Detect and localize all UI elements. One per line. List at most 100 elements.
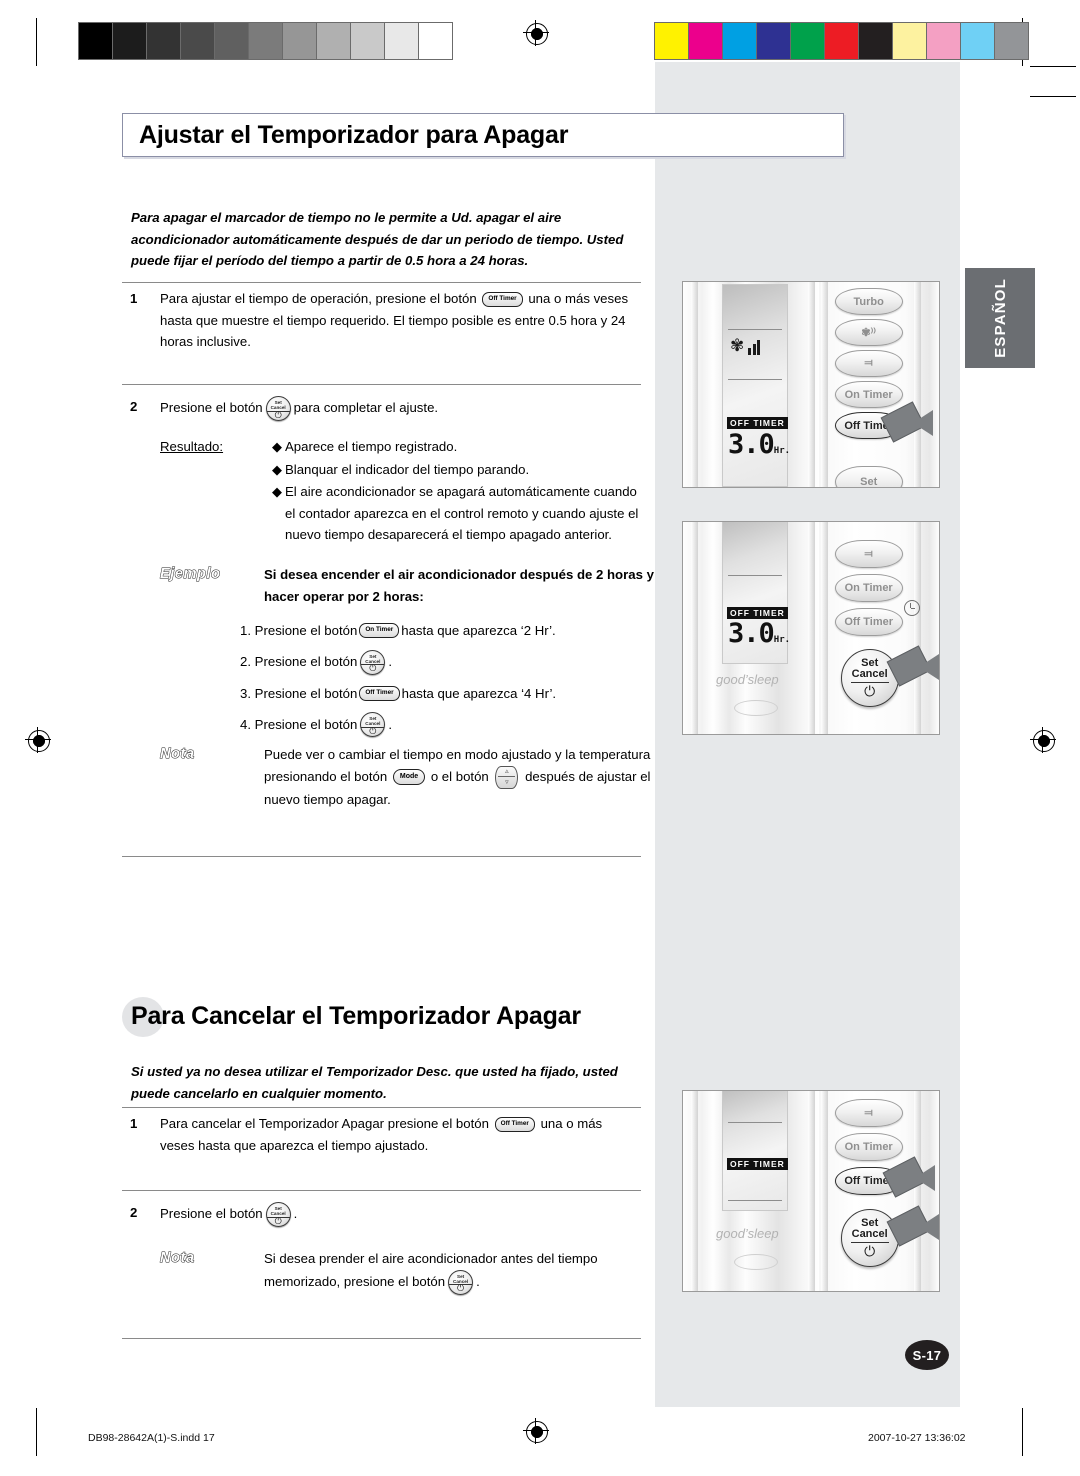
remote-button-set-cancel[interactable]: Set Cancel ⏻ [840, 1209, 899, 1267]
lcd-timer-value: 3.0Hr. [728, 620, 790, 647]
step-number: 1 [130, 1116, 138, 1131]
off-timer-button-icon[interactable]: Off Timer [494, 1117, 535, 1132]
remote-button-turbo[interactable]: Turbo [834, 288, 903, 315]
power-icon: ⏻ [274, 409, 282, 420]
lcd-line [728, 379, 782, 380]
section1-title-box: Ajustar el Temporizador para Apagar [122, 113, 844, 157]
gray-swatch [283, 23, 317, 59]
section1-intro: Para apagar el marcador de tiempo no le … [131, 210, 624, 268]
step-text: Para cancelar el Temporizador Apagar pre… [160, 1113, 640, 1156]
remote-button-fan-speed[interactable]: ✾⁾⁾ [834, 319, 903, 346]
power-icon: ⏻ [369, 725, 377, 736]
example-step-number: 4. [240, 716, 251, 732]
remote-edge [913, 522, 921, 734]
gray-swatch [385, 23, 419, 59]
divider-4 [122, 1107, 641, 1108]
footer-filename: DB98-28642A(1)-S.indd 17 [88, 1432, 215, 1444]
gray-swatch [147, 23, 181, 59]
set-cancel-button-icon[interactable]: Set Cancel ⏻ [448, 1269, 474, 1295]
lcd-line [728, 1122, 782, 1123]
chevron-down-icon: ▿ [505, 779, 509, 787]
goodsleep-brand-label: good’sleep [716, 672, 779, 687]
off-timer-button-icon[interactable]: Off Timer [359, 685, 400, 701]
remote-right-panel: ⫤ On Timer Off Timer Set Cancel ⏻ [818, 1091, 939, 1291]
clock-icon [903, 600, 920, 616]
remote-edge [691, 282, 698, 487]
on-timer-button-icon[interactable]: On Timer [359, 623, 400, 639]
swing-icon: ⫤ [864, 1106, 873, 1119]
goodsleep-oval-button[interactable] [734, 1254, 778, 1270]
set-label: Set [860, 476, 878, 488]
divider-6 [122, 1338, 641, 1339]
gray-swatch [113, 23, 147, 59]
section2-title-wrap: Para Cancelar el Temporizador Apagar [122, 993, 682, 1039]
remote-illustration-3: OFF TIMER good’sleep ⫤ On Timer Off Time… [682, 1090, 940, 1292]
step-text-pre: Para cancelar el Temporizador Apagar pre… [160, 1116, 489, 1131]
set-cancel-button-icon[interactable]: Set Cancel ⏻ [265, 1202, 291, 1227]
note-pre: Si desea prender el aire acondicionador … [264, 1251, 598, 1289]
step-number: 2 [130, 1205, 138, 1220]
off-timer-label: Off Timer [844, 616, 894, 628]
power-icon: ⏻ [457, 1283, 465, 1293]
remote-button-swing[interactable]: ⫤ [834, 1099, 903, 1127]
example-step-number: 1. [240, 623, 251, 638]
remote-edge [820, 282, 828, 487]
section2-intro: Si usted ya no desea utilizar el Tempori… [131, 1064, 618, 1101]
section1-step-2: 2 Presione el botón Set Cancel ⏻ para comple… [122, 396, 640, 421]
divider-1 [122, 282, 641, 283]
remote-left-panel: OFF TIMER 3.0Hr. good’sleep [683, 522, 819, 734]
remote-button-set-cancel[interactable]: Set Cancel ⏻ [840, 649, 899, 707]
example-step-post: hasta que aparezca ‘2 Hr’. [401, 623, 556, 638]
mode-button-icon[interactable]: Mode [392, 768, 426, 786]
remote-button-on-timer[interactable]: On Timer [834, 1133, 903, 1161]
remote-button-set[interactable]: Set [834, 466, 903, 488]
example-title: Si desea encender el air acondicionador … [264, 567, 654, 604]
step-text-pre: Para ajustar el tiempo de operación, pre… [160, 291, 477, 306]
note-tag: Nota [160, 1250, 195, 1267]
goodsleep-brand-label: good’sleep [716, 1226, 779, 1241]
example-step: 2. Presione el botón Set Cancel ⏻ . [240, 649, 640, 675]
chevron-up-icon: ▵ [505, 768, 509, 776]
swing-icon: ⫤ [864, 547, 873, 560]
remote-button-on-timer[interactable]: On Timer [834, 574, 903, 602]
remote-lcd-screen: ✾ OFF TIMER 3.0Hr. [722, 284, 791, 487]
set-cancel-button-icon[interactable]: Set Cancel ⏻ [265, 396, 291, 421]
example-step-pre: Presione el botón [254, 623, 358, 638]
divider-2 [122, 384, 641, 385]
power-icon: ⏻ [864, 1242, 876, 1259]
gray-swatch [181, 23, 215, 59]
remote-edge [807, 522, 815, 734]
goodsleep-oval-button[interactable] [734, 700, 778, 716]
example-step: 1. Presione el botón On Timer hasta que … [240, 620, 640, 642]
temp-up-down-button-icon[interactable]: ▵ ▿ [495, 765, 519, 789]
remote-edge [913, 1091, 921, 1291]
fan-speed-icon: ✾⁾⁾ [861, 327, 876, 339]
swing-icon: ⫤ [864, 357, 873, 369]
color-swatch [723, 23, 757, 59]
on-timer-label: On Timer [844, 1141, 893, 1153]
remote-button-swing[interactable]: ⫤ [834, 350, 903, 377]
remote-button-swing[interactable]: ⫤ [834, 540, 903, 568]
step-text: Para ajustar el tiempo de operación, pre… [160, 288, 640, 353]
step-text-pre: Presione el botón [160, 399, 263, 415]
off-timer-button-icon[interactable]: Off Timer [482, 292, 523, 307]
lcd-line [728, 1200, 782, 1201]
remote-button-off-timer[interactable]: Off Timer [834, 608, 903, 636]
page-title: Ajustar el Temporizador para Apagar [139, 120, 569, 149]
remote-edge [820, 1091, 828, 1291]
color-swatch [859, 23, 893, 59]
lcd-value-unit: Hr. [773, 446, 791, 456]
set-cancel-button-icon[interactable]: Set Cancel ⏻ [360, 712, 386, 737]
step-text: Presione el botón Set Cancel ⏻. [160, 1202, 640, 1227]
registration-mark-left [25, 727, 51, 753]
note-body: Puede ver o cambiar el tiempo en modo aj… [264, 744, 664, 810]
remote-button-on-timer[interactable]: On Timer [834, 381, 903, 408]
note-tag: Nota [160, 745, 195, 762]
example-step-pre: Presione el botón [254, 685, 358, 701]
result-item: ◆ Aparece el tiempo registrado. [272, 436, 640, 458]
registration-mark-right [1030, 727, 1056, 753]
lcd-value-unit: Hr. [773, 635, 791, 645]
diamond-bullet-icon: ◆ [272, 439, 283, 454]
section1-note: Nota Puede ver o cambiar el tiempo en mo… [160, 744, 664, 810]
set-cancel-button-icon[interactable]: Set Cancel ⏻ [360, 649, 386, 675]
